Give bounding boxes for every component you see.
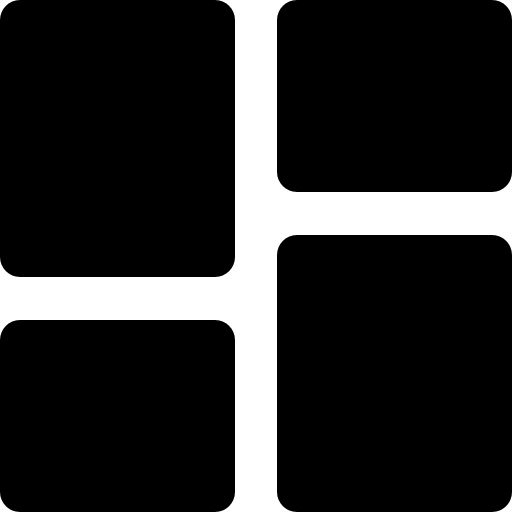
layout-tile-top-right <box>277 0 512 192</box>
layout-tile-bottom-right <box>277 235 512 512</box>
layout-tile-top-left <box>0 0 235 277</box>
dashboard-layout-icon <box>0 0 512 512</box>
layout-tile-bottom-left <box>0 320 235 512</box>
